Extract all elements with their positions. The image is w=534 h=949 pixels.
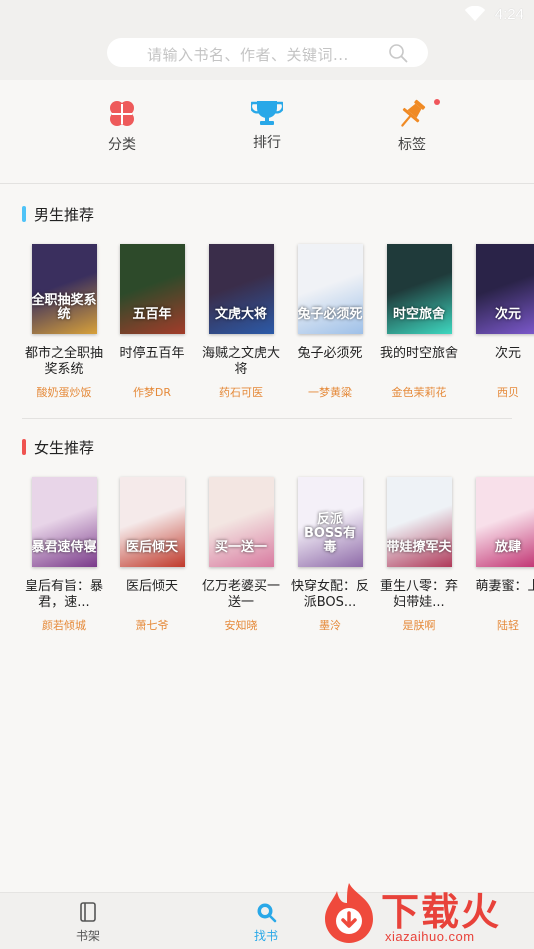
book-cover[interactable]: 文虎大将 (208, 244, 274, 334)
book-author: 墨泠 (319, 619, 341, 632)
book-cover[interactable]: 带娃撩军夫 (386, 477, 452, 567)
book-cover-text: 医后倾天 (125, 540, 178, 555)
watermark-logo: 下载火 xiazaihuo.com (317, 879, 532, 949)
ranking-label: 排行 (253, 135, 281, 151)
category-label: 分类 (108, 137, 136, 153)
book-cover[interactable]: 反派BOSS有毒 (297, 477, 363, 567)
book-author: 西贝 (497, 386, 519, 399)
clover-icon (110, 101, 134, 126)
status-time: 4:24 (494, 6, 524, 23)
tags-label: 标签 (398, 137, 426, 153)
book-author: 颜若倾城 (42, 619, 86, 632)
book-cover-text: 文虎大将 (214, 307, 267, 322)
book-cover-text: 反派BOSS有毒 (303, 512, 357, 555)
tags-button[interactable]: 标签 (372, 98, 452, 154)
book-title[interactable]: 重生八零：弃妇带娃... (379, 579, 459, 611)
category-button[interactable]: 分类 (82, 98, 162, 154)
bookshelf-tab[interactable]: 书架 (58, 901, 118, 944)
book-cover-text: 买一送一 (214, 540, 267, 555)
book-title[interactable]: 海贼之文虎大将 (201, 346, 281, 378)
ranking-button[interactable]: 排行 (227, 98, 307, 152)
book-author: 酸奶蛋炒饭 (36, 386, 92, 399)
book-card[interactable]: 带娃撩军夫重生八零：弃妇带娃... 是朕啊 (379, 477, 459, 633)
book-cover[interactable]: 医后倾天 (119, 477, 185, 567)
book-title[interactable]: 皇后有旨：暴君，速... (24, 579, 104, 611)
book-cover[interactable]: 五百年 (119, 244, 185, 334)
notification-dot (434, 99, 440, 105)
bookshelf-icon (80, 902, 96, 922)
book-card[interactable]: 暴君速侍寝皇后有旨：暴君，速... 颜若倾城 (24, 477, 104, 633)
book-cover-text: 暴君速侍寝 (31, 540, 97, 555)
watermark-brand: 下载火 (381, 890, 502, 934)
book-title[interactable]: 次元 (468, 346, 534, 378)
book-author: 金色茉莉花 (391, 386, 447, 399)
book-cover-text: 带娃撩军夫 (386, 540, 452, 555)
male-section-title: 男生推荐 (22, 205, 95, 224)
book-card[interactable]: 次元 次元 西贝 (468, 244, 534, 400)
book-author: 一梦黄粱 (308, 386, 352, 399)
book-title[interactable]: 萌妻蜜：上 (468, 579, 534, 611)
book-card[interactable]: 医后倾天 医后倾天 萧七爷 (112, 477, 192, 633)
book-cover-text: 兔子必须死 (297, 307, 363, 322)
wifi-icon (464, 6, 486, 22)
section-title-text: 男生推荐 (34, 205, 95, 224)
book-author: 是朕啊 (402, 619, 436, 632)
section-divider (22, 418, 512, 419)
book-cover-text: 五百年 (132, 307, 172, 322)
book-cover[interactable]: 全职抽奖系统 (31, 244, 97, 334)
book-cover-text: 全职抽奖系统 (31, 293, 97, 322)
book-card[interactable]: 全职抽奖系统 都市之全职抽奖系统酸奶蛋炒饭 (24, 244, 104, 400)
search-input[interactable]: 请输入书名、作者、关键词... (107, 38, 428, 67)
book-cover[interactable]: 放肆 (475, 477, 534, 567)
book-cover[interactable]: 兔子必须死 (297, 244, 363, 334)
book-cover[interactable]: 时空旅舍 (386, 244, 452, 334)
book-title[interactable]: 亿万老婆买一送一 (201, 579, 281, 611)
divider (0, 183, 534, 184)
find-book-tab[interactable]: 找书 (236, 901, 296, 944)
find-book-label: 找书 (253, 929, 278, 943)
book-card[interactable]: 放肆萌妻蜜：上陆轻 (468, 477, 534, 633)
book-card[interactable]: 兔子必须死 兔子必须死 一梦黄粱 (290, 244, 370, 400)
book-cover[interactable]: 次元 (475, 244, 534, 334)
female-section-title: 女生推荐 (22, 438, 95, 457)
section-accent-bar (22, 206, 26, 222)
book-title[interactable]: 时停五百年 (112, 346, 192, 378)
search-icon[interactable] (388, 43, 408, 63)
section-accent-bar (22, 439, 26, 455)
book-card[interactable]: 买一送一亿万老婆买一送一安知晓 (201, 477, 281, 633)
trophy-icon (251, 101, 283, 125)
watermark-url: xiazaihuo.com (385, 929, 475, 944)
status-bar: 4:24 (0, 0, 534, 30)
book-title[interactable]: 医后倾天 (112, 579, 192, 611)
section-title-text: 女生推荐 (34, 438, 95, 457)
search-placeholder: 请输入书名、作者、关键词... (147, 46, 349, 64)
book-author: 药石可医 (219, 386, 263, 399)
book-title[interactable]: 快穿女配：反派BOS... (290, 579, 370, 611)
flame-logo-icon (325, 883, 373, 943)
book-title[interactable]: 都市之全职抽奖系统 (24, 346, 104, 378)
book-author: 安知晓 (224, 619, 258, 632)
search-icon (257, 903, 277, 923)
book-cover-text: 次元 (494, 307, 521, 322)
book-card[interactable]: 时空旅舍我的时空旅舍金色茉莉花 (379, 244, 459, 400)
book-title[interactable]: 我的时空旅舍 (379, 346, 459, 378)
book-title[interactable]: 兔子必须死 (290, 346, 370, 378)
book-cover[interactable]: 买一送一 (208, 477, 274, 567)
header: 请输入书名、作者、关键词... (0, 30, 534, 80)
book-cover-text: 时空旅舍 (392, 307, 445, 322)
quick-nav: 分类 排行 标签 (0, 80, 534, 182)
book-card[interactable]: 文虎大将海贼之文虎大将药石可医 (201, 244, 281, 400)
book-card[interactable]: 反派BOSS有毒快穿女配：反派BOS... 墨泠 (290, 477, 370, 633)
bookshelf-label: 书架 (75, 929, 100, 943)
book-cover-text: 放肆 (494, 540, 521, 555)
book-card[interactable]: 五百年时停五百年作梦DR (112, 244, 192, 400)
book-cover[interactable]: 暴君速侍寝 (31, 477, 97, 567)
pushpin-icon (401, 99, 426, 127)
book-author: 作梦DR (132, 386, 172, 399)
book-author: 陆轻 (497, 619, 519, 632)
book-author: 萧七爷 (135, 619, 169, 632)
